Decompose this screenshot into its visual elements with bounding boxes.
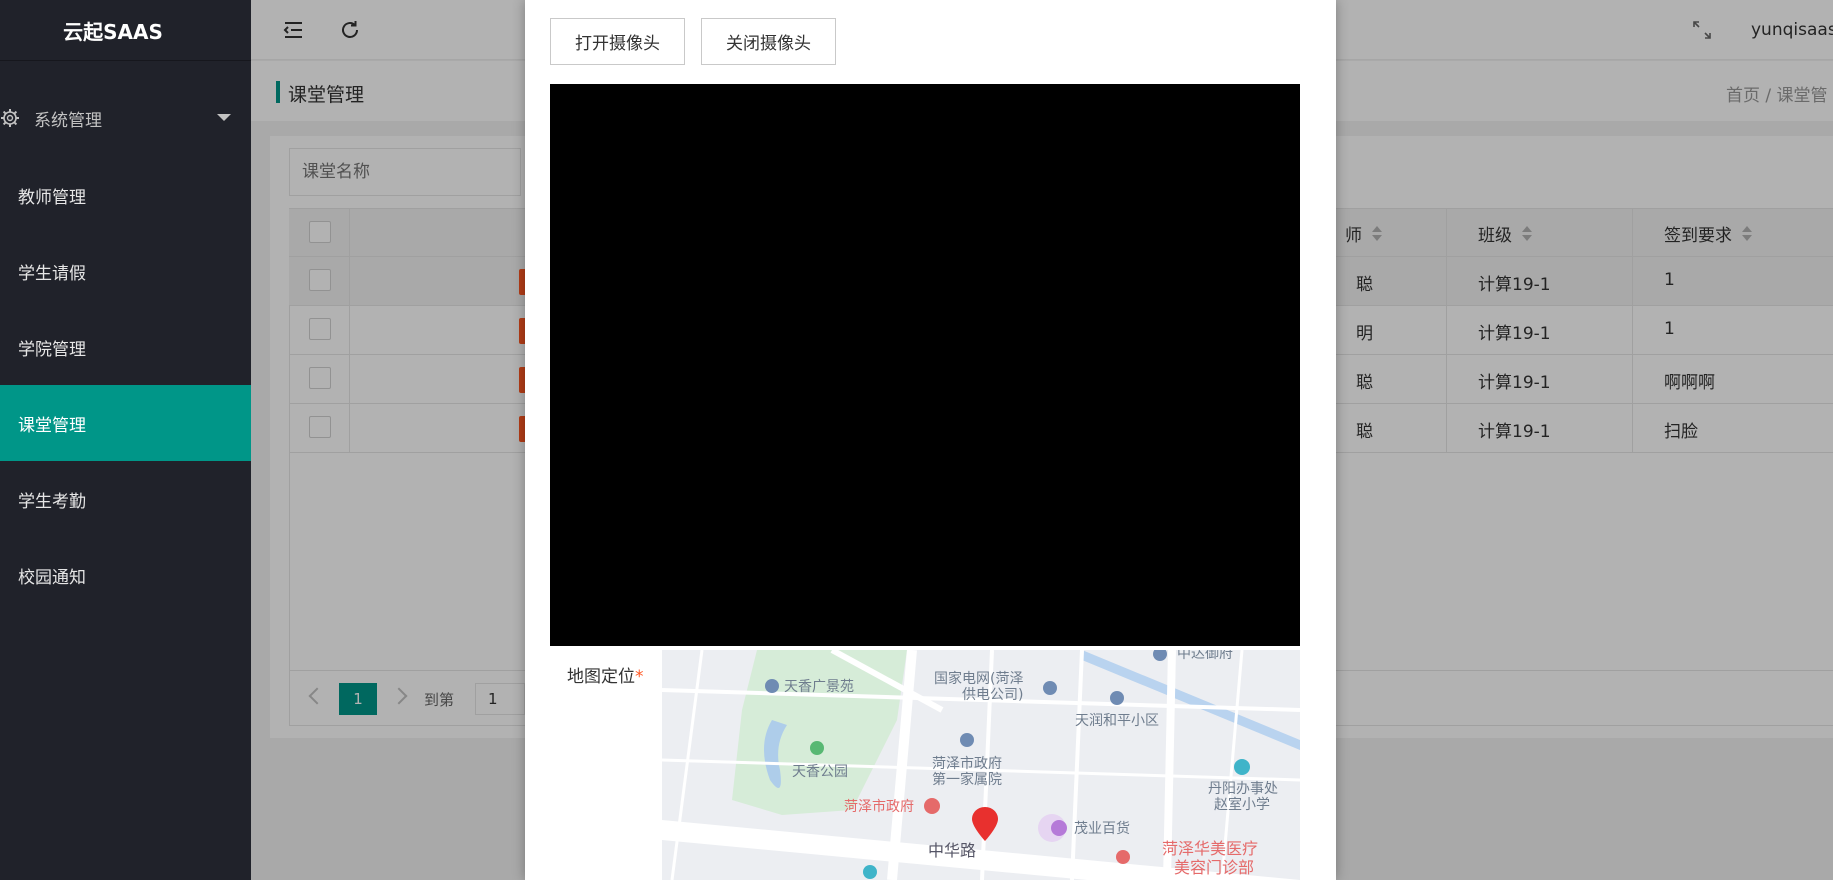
map-label: 国家电网(菏泽 [934, 671, 1024, 687]
close-camera-button[interactable]: 关闭摄像头 [701, 18, 836, 65]
map-label: 供电公司) [962, 687, 1024, 703]
sidebar-item-leave[interactable]: 学生请假 [0, 233, 251, 309]
required-mark: * [635, 667, 644, 687]
sign-in-modal: 打开摄像头 关闭摄像头 地图定位* 中达御府 天香广景苑 国家电网(菏泽 供电公… [525, 0, 1336, 880]
map-label: 赵室小学 [1214, 797, 1270, 813]
sidebar-item-attendance[interactable]: 学生考勤 [0, 461, 251, 537]
gear-icon [1, 109, 19, 127]
map-label: 茂业百货 [1074, 821, 1130, 837]
map-label: 菏泽市政府 [844, 799, 914, 815]
app-logo[interactable]: 云起SAAS [0, 0, 251, 60]
map-label: 中华路 [928, 841, 977, 860]
caret-down-icon [217, 114, 231, 121]
sidebar-item-colleges[interactable]: 学院管理 [0, 309, 251, 385]
sidebar-item-notices[interactable]: 校园通知 [0, 537, 251, 613]
map-label: 天香广景苑 [784, 679, 854, 695]
sidebar: 云起SAAS 系统管理 教师管理 学生请假 学院管理 课堂管理 学生考勤 校园通… [0, 0, 251, 880]
sidebar-group-label: 系统管理 [34, 110, 102, 131]
open-camera-button[interactable]: 打开摄像头 [550, 18, 685, 65]
map-label: 第一家属院 [932, 772, 1002, 788]
map-label: 中达御府 [1177, 650, 1233, 662]
map-location-label: 地图定位* [567, 667, 644, 687]
map-label: 天润和平小区 [1075, 713, 1159, 729]
location-pin-icon [972, 807, 998, 841]
map-label: 天香公园 [792, 764, 848, 780]
map-label: 美容门诊部 [1174, 858, 1255, 877]
sidebar-item-classroom[interactable]: 课堂管理 [0, 385, 251, 461]
sidebar-group-system[interactable]: 系统管理 [0, 96, 251, 140]
sidebar-item-teachers[interactable]: 教师管理 [0, 157, 251, 233]
map-label: 丹阳办事处 [1208, 781, 1278, 797]
camera-video [550, 84, 1300, 646]
location-map[interactable]: 中达御府 天香广景苑 国家电网(菏泽 供电公司) 天润和平小区 菏泽市政府 第一… [662, 650, 1300, 880]
map-label: 菏泽华美医疗 [1162, 839, 1259, 858]
map-label: 菏泽市政府 [932, 756, 1002, 772]
